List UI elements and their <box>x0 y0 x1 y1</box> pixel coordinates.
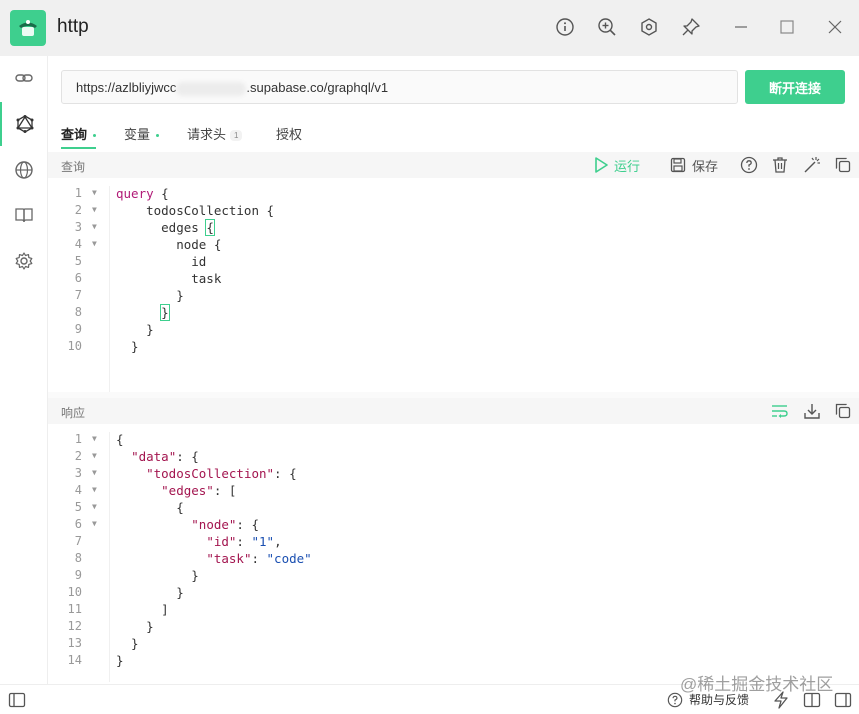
request-tabs: 查询 变量 请求头 1 授权 <box>61 124 851 150</box>
trash-icon[interactable] <box>772 156 788 174</box>
fold-arrow-icon[interactable]: ▼ <box>92 485 97 494</box>
response-line: 8 "task": "code" <box>74 551 312 566</box>
fold-arrow-icon[interactable]: ▼ <box>92 468 97 477</box>
close-icon[interactable] <box>824 16 846 38</box>
tab-query[interactable]: 查询 <box>61 124 97 149</box>
response-line: 10 } <box>67 585 184 600</box>
globe-icon <box>15 161 33 179</box>
pin-icon[interactable] <box>680 16 702 38</box>
save-label: 保存 <box>692 158 719 174</box>
query-line: 8 } <box>74 304 170 321</box>
app-logo <box>10 10 46 46</box>
sidebar <box>0 56 48 684</box>
minimize-icon[interactable] <box>730 16 752 38</box>
query-line: 6 task <box>74 271 222 286</box>
zoom-in-icon[interactable] <box>596 16 618 38</box>
tab-headers[interactable]: 请求头 1 <box>187 124 243 149</box>
response-line: 11 ] <box>67 602 169 617</box>
save-icon <box>670 157 686 173</box>
fold-arrow-icon[interactable]: ▼ <box>92 222 97 231</box>
word-wrap-icon[interactable] <box>771 402 789 420</box>
url-prefix: https://azlbliyjwcc <box>76 80 177 95</box>
fold-arrow-icon[interactable]: ▼ <box>92 239 97 248</box>
tab-query-label: 查询 <box>61 127 88 142</box>
query-section-label: 查询 <box>61 160 86 174</box>
response-line: 4 ▼ "edges": [ <box>74 483 237 498</box>
sidebar-item-docs[interactable] <box>0 193 48 237</box>
save-button[interactable]: 保存 <box>670 156 718 174</box>
response-line: 12 } <box>67 619 154 634</box>
tab-variables[interactable]: 变量 <box>124 124 160 149</box>
fold-arrow-icon[interactable]: ▼ <box>92 434 97 443</box>
response-line: 5 ▼ { <box>74 500 184 515</box>
modified-dot <box>93 134 97 138</box>
toggle-right-panel-icon[interactable] <box>834 691 852 714</box>
response-line: 9 } <box>74 568 199 583</box>
copy-icon[interactable] <box>834 156 852 174</box>
query-line: 3 ▼ edges { <box>74 219 215 236</box>
play-icon <box>595 157 608 173</box>
matched-bracket: } <box>160 304 170 321</box>
toggle-sidebar-icon[interactable] <box>8 691 26 714</box>
response-line: 6 ▼ "node": { <box>74 517 259 532</box>
tab-auth-label: 授权 <box>276 127 303 142</box>
response-line: 1 ▼{ <box>74 432 124 447</box>
tab-auth[interactable]: 授权 <box>276 124 302 149</box>
headers-count-badge: 1 <box>230 130 243 142</box>
query-line: 5 id <box>74 254 207 269</box>
response-line: 14} <box>67 653 124 668</box>
query-line: 7 } <box>74 288 184 303</box>
gear-icon <box>15 252 33 270</box>
query-editor[interactable]: 1 ▼ query { 2 ▼ todosCollection { 3 ▼ edges … <box>48 186 859 392</box>
sidebar-item-graphql[interactable] <box>0 102 48 146</box>
response-line: 13 } <box>67 636 139 651</box>
watermark: @稀土掘金技术社区 <box>680 675 834 694</box>
query-line: 10 } <box>67 339 139 354</box>
sidebar-item-link[interactable] <box>0 56 48 100</box>
modified-dot <box>156 134 160 138</box>
sidebar-item-settings[interactable] <box>0 239 48 283</box>
matched-bracket: { <box>205 219 215 236</box>
query-line: 9 } <box>74 322 154 337</box>
copy-response-icon[interactable] <box>834 402 852 420</box>
query-line: 4 ▼ node { <box>74 237 222 252</box>
title-bar: http <box>0 0 859 56</box>
response-section-label: 响应 <box>61 406 86 420</box>
response-line: 3 ▼ "todosCollection": { <box>74 466 297 481</box>
app-title: http <box>57 16 89 37</box>
fold-arrow-icon[interactable]: ▼ <box>92 502 97 511</box>
sidebar-item-realtime[interactable] <box>0 148 48 192</box>
response-line: 7 "id": "1", <box>74 534 282 549</box>
download-icon[interactable] <box>803 402 821 420</box>
fold-arrow-icon[interactable]: ▼ <box>92 451 97 460</box>
response-viewer[interactable]: 1 ▼{ 2 ▼ "data": { 3 ▼ "todosCollection": {… <box>48 432 859 682</box>
fold-arrow-icon[interactable]: ▼ <box>92 188 97 197</box>
hexagon-settings-icon[interactable] <box>638 16 660 38</box>
help-icon[interactable] <box>740 156 758 174</box>
book-icon <box>15 208 33 223</box>
query-line: 1 ▼ query { <box>74 186 169 201</box>
disconnect-button[interactable]: 断开连接 <box>745 70 845 104</box>
response-section-header: 响应 <box>48 398 859 424</box>
graphql-icon <box>16 115 34 133</box>
fold-arrow-icon[interactable]: ▼ <box>92 519 97 528</box>
url-suffix: .supabase.co/graphql/v1 <box>246 80 389 95</box>
tab-variables-label: 变量 <box>124 127 151 142</box>
run-label: 运行 <box>614 158 641 174</box>
run-button[interactable]: 运行 <box>594 156 640 174</box>
response-line: 2 ▼ "data": { <box>74 449 199 464</box>
maximize-icon[interactable] <box>776 16 798 38</box>
magic-wand-icon[interactable] <box>803 156 821 174</box>
link-icon <box>15 74 33 82</box>
redacted-segment <box>176 81 247 96</box>
tab-headers-label: 请求头 <box>187 127 227 142</box>
query-line: 2 ▼ todosCollection { <box>74 203 275 218</box>
info-icon[interactable] <box>554 16 576 38</box>
endpoint-url-input[interactable]: https://azlbliyjwcc .supabase.co/graphql/… <box>61 70 738 104</box>
fold-arrow-icon[interactable]: ▼ <box>92 205 97 214</box>
query-section-header: 查询 运行 保存 <box>48 152 859 178</box>
